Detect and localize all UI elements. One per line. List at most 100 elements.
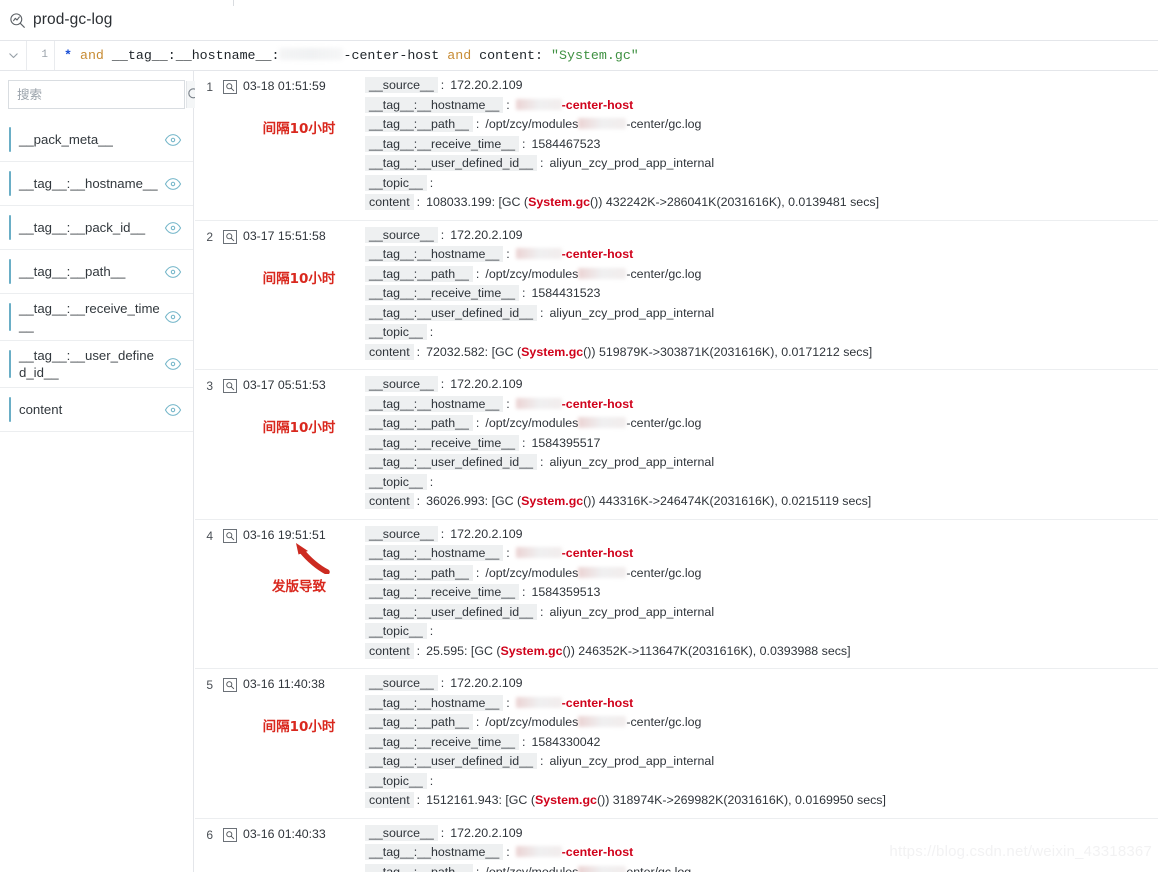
field-item-content[interactable]: content xyxy=(0,388,193,432)
log-field-receive-time: __tag__:__receive_time__:1584467523 xyxy=(365,135,1158,156)
log-row-context-button[interactable] xyxy=(217,77,243,214)
redacted-hostname-blur xyxy=(515,696,562,708)
eye-icon[interactable] xyxy=(164,131,182,149)
eye-icon[interactable] xyxy=(164,219,182,237)
log-timestamp: 03-18 01:51:59 xyxy=(243,79,326,93)
field-colon: : xyxy=(506,845,510,859)
log-row-time-col: 03-18 01:51:59 间隔10小时 xyxy=(243,77,361,214)
log-field-source: __source__:172.20.2.109 xyxy=(365,77,1158,97)
field-colon: : xyxy=(416,195,421,209)
log-timestamp: 03-17 15:51:58 xyxy=(243,228,326,243)
field-colon: : xyxy=(522,435,526,450)
log-field-content: content:25.595: [GC (System.gc()) 246352… xyxy=(365,642,1158,663)
magnifier-icon[interactable] xyxy=(223,678,237,692)
eye-icon[interactable] xyxy=(164,308,182,326)
field-value: 108033.199: [GC (System.gc()) 432242K->2… xyxy=(426,195,879,209)
log-row-context-button[interactable] xyxy=(217,825,243,872)
log-row-index: 1 xyxy=(206,80,213,94)
field-key: __source__ xyxy=(365,376,438,392)
log-row-time-col: 03-17 15:51:58 间隔10小时 xyxy=(243,227,361,364)
log-row-time-col: 03-16 01:40:33 xyxy=(243,825,361,872)
field-item-user-defined-id[interactable]: __tag__:__user_defined_id__ xyxy=(0,341,193,388)
log-row-context-button[interactable] xyxy=(217,376,243,513)
redacted-path-blur xyxy=(578,118,627,129)
log-row[interactable]: 2 03-17 15:51:58 间隔10小时 __source__:172.2 xyxy=(195,221,1158,370)
magnifier-icon[interactable] xyxy=(223,528,237,543)
content-post: ()) 443316K->246474K(2031616K), 0.021511… xyxy=(583,494,872,508)
magnifier-icon[interactable] xyxy=(223,379,237,393)
content-pre: 108033.199: [GC ( xyxy=(426,195,529,209)
query-bar[interactable]: 1 * and __tag__:__hostname__: -center-hos… xyxy=(0,41,1158,71)
sidebar-search[interactable] xyxy=(8,80,202,109)
log-field-content: content:108033.199: [GC (System.gc()) 43… xyxy=(365,194,1158,214)
field-item-receive-time[interactable]: __tag__:__receive_time__ xyxy=(0,294,193,341)
log-row-context-button[interactable] xyxy=(217,227,243,364)
field-colon: : xyxy=(429,773,434,788)
log-row[interactable]: 5 03-16 11:40:38 间隔10小时 __source__:172.2 xyxy=(195,669,1158,819)
log-row-context-button[interactable] xyxy=(217,675,243,812)
field-label: __tag__:__hostname__ xyxy=(19,176,158,191)
query-input[interactable]: * and __tag__:__hostname__: -center-host … xyxy=(55,48,639,63)
field-key: content xyxy=(365,343,414,360)
content-highlight: System.gc xyxy=(521,344,584,359)
redacted-hostname-blur xyxy=(515,248,562,259)
log-field-topic: __topic__: xyxy=(365,623,1158,643)
log-row-fields: __source__:172.20.2.109 __tag__:__hostna… xyxy=(361,525,1158,663)
log-annotation: 间隔10小时 xyxy=(262,719,336,735)
magnifier-icon[interactable] xyxy=(223,827,237,842)
field-colon: : xyxy=(506,247,510,261)
field-item-pack-id[interactable]: __tag__:__pack_id__ xyxy=(0,206,193,250)
field-colon: : xyxy=(522,585,526,599)
field-value: 1584330042 xyxy=(531,734,601,749)
field-colon: : xyxy=(539,156,544,170)
search-input[interactable] xyxy=(9,81,186,108)
field-value: /opt/zcy/modules enter/gc.log xyxy=(485,865,691,872)
magnifier-icon[interactable] xyxy=(223,80,237,94)
field-key: __source__ xyxy=(365,824,438,841)
log-field-user-defined-id: __tag__:__user_defined_id__: aliyun_zcy_p… xyxy=(365,603,1158,624)
field-value: /opt/zcy/modules -center/gc.log xyxy=(485,416,701,430)
field-value: 172.20.2.109 xyxy=(450,78,523,92)
field-item-pack-meta[interactable]: __pack_meta__ xyxy=(0,118,193,162)
log-field-path: __tag__:__path__: /opt/zcy/modules enter/g… xyxy=(365,863,1158,872)
content-pre: 36026.993: [GC ( xyxy=(426,494,522,508)
log-field-source: __source__:172.20.2.109 xyxy=(365,226,1158,247)
eye-icon[interactable] xyxy=(164,175,182,193)
log-field-hostname: __tag__:__hostname__: -center-host xyxy=(365,694,1158,715)
field-value: aliyun_zcy_prod_app_internal xyxy=(549,754,715,768)
log-annotation: 间隔10小时 xyxy=(262,121,336,137)
log-row[interactable]: 6 03-16 01:40:33 __source__:172.20.2.109… xyxy=(195,819,1158,872)
log-row[interactable]: 3 03-17 05:51:53 间隔10小时 __source__:172.2 xyxy=(195,370,1158,520)
magnifier-icon[interactable] xyxy=(223,229,237,244)
log-annotation: 间隔10小时 xyxy=(262,270,336,287)
annotation-arrow-icon xyxy=(289,540,331,575)
field-key: __topic__ xyxy=(365,772,427,789)
field-key: __topic__ xyxy=(365,623,427,639)
log-field-user-defined-id: __tag__:__user_defined_id__: aliyun_zcy_p… xyxy=(365,304,1158,325)
log-field-receive-time: __tag__:__receive_time__:1584330042 xyxy=(365,733,1158,754)
field-item-path[interactable]: __tag__:__path__ xyxy=(0,250,193,294)
field-key: content xyxy=(365,792,414,808)
log-row[interactable]: 1 03-18 01:51:59 间隔10小时 __source__:172.2 xyxy=(195,71,1158,221)
log-row-context-button[interactable] xyxy=(217,526,243,663)
field-colon: : xyxy=(506,396,510,411)
field-colon: : xyxy=(506,97,510,112)
log-field-topic: __topic__: xyxy=(365,324,1158,344)
field-value: /opt/zcy/modules -center/gc.log xyxy=(485,117,701,131)
eye-icon[interactable] xyxy=(164,401,182,419)
field-item-hostname[interactable]: __tag__:__hostname__ xyxy=(0,162,193,206)
chevron-down-icon[interactable] xyxy=(0,41,27,70)
query-and-1: and xyxy=(79,48,104,63)
field-value: 172.20.2.109 xyxy=(450,227,523,242)
eye-icon[interactable] xyxy=(164,355,182,373)
field-key: __tag__:__hostname__ xyxy=(365,96,504,113)
field-type-bar xyxy=(9,303,11,331)
redacted-path-blur xyxy=(578,865,627,872)
field-colon: : xyxy=(522,136,526,151)
eye-icon[interactable] xyxy=(164,263,182,281)
log-field-user-defined-id: __tag__:__user_defined_id__: aliyun_zcy_p… xyxy=(365,753,1158,773)
log-row[interactable]: 4 03-16 19:51:51 发版导致 __source__:172.20. xyxy=(195,520,1158,669)
field-value: 1584395517 xyxy=(531,435,601,450)
field-colon: : xyxy=(539,455,544,469)
field-colon: : xyxy=(440,227,445,242)
